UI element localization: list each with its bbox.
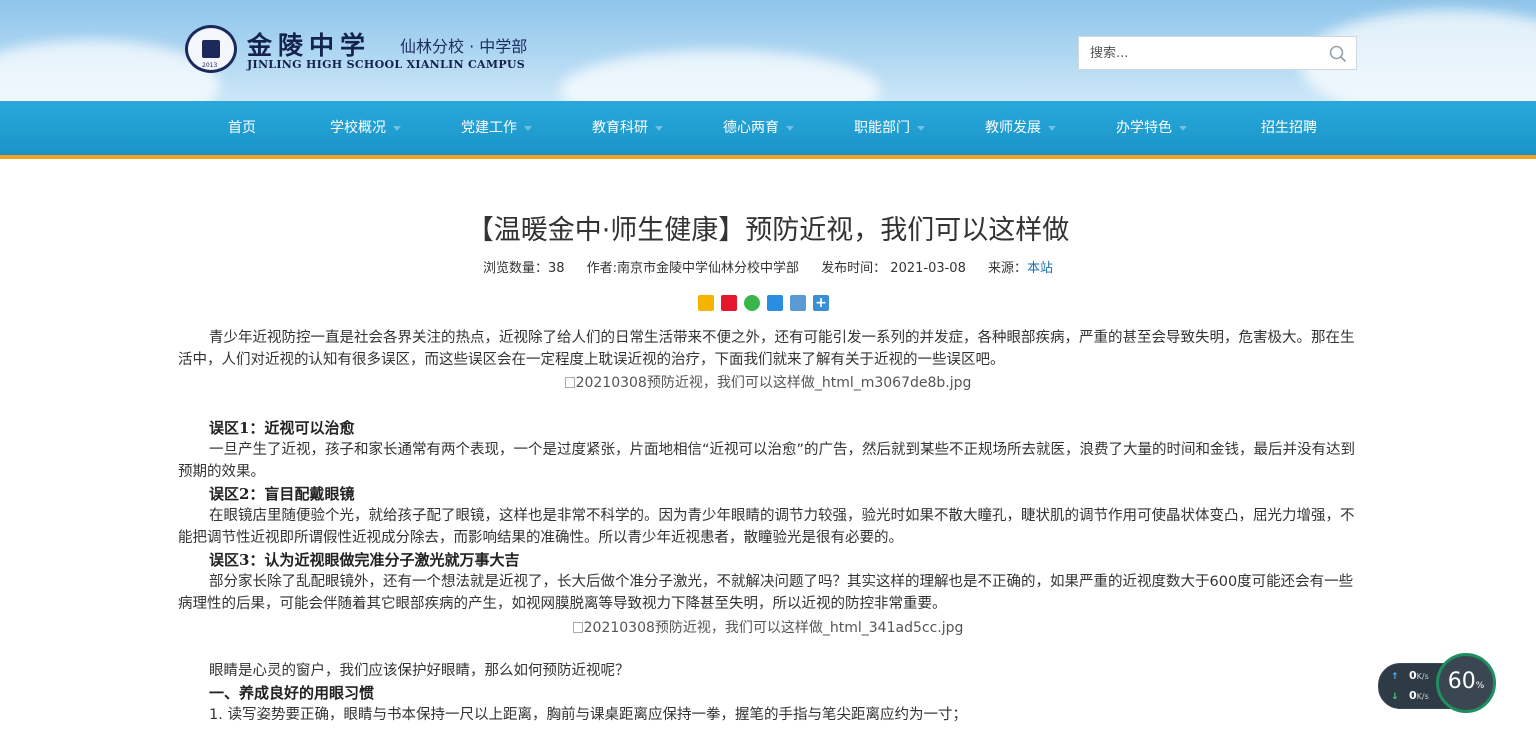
myth-1-paragraph: 一旦产生了近视，孩子和家长通常有两个表现，一个是过度紧张，片面地相信“近视可以治…	[178, 442, 1356, 480]
download-speed: ↓ 0K/s	[1391, 689, 1429, 702]
nav-item-party-work[interactable]: 党建工作	[461, 101, 532, 155]
article-meta: 浏览数量：38 作者:南京市金陵中学仙林分校中学部 发布时间： 2021-03-…	[0, 257, 1536, 276]
broken-image-icon	[572, 622, 583, 633]
site-logo[interactable]: 2013 金陵中学 仙林分校 · 中学部 JINLING HIGH SCHOOL…	[185, 25, 555, 75]
myth-3-heading: 误区3：认为近视眼做完准分子激光就万事大吉	[209, 551, 520, 569]
nav-item-school-overview[interactable]: 学校概况	[330, 101, 401, 155]
qzone-share-icon[interactable]	[698, 295, 714, 311]
main-nav: 首页 学校概况 党建工作 教育科研 德心两育 职能部门 教师发展 办学特色 招生…	[0, 101, 1536, 159]
myth-1-heading: 误区1：近视可以治愈	[209, 419, 355, 437]
nav-item-admissions-recruitment[interactable]: 招生招聘	[1261, 101, 1317, 155]
chevron-down-icon	[655, 125, 663, 131]
nav-item-departments[interactable]: 职能部门	[854, 101, 925, 155]
intro-paragraph: 青少年近视防控一直是社会各界关注的热点，近视除了给人们的日常生活带来不便之外，还…	[178, 330, 1355, 368]
logo-campus-name: 仙林分校 · 中学部	[400, 37, 528, 56]
search-input[interactable]	[1079, 37, 1320, 69]
section-1-item-1: 1. 读写姿势要正确，眼睛与书本保持一尺以上距离，胸前与课桌距离应保持一拳，握笔…	[209, 707, 967, 723]
chevron-down-icon	[393, 125, 401, 131]
view-count: 浏览数量：38	[482, 261, 565, 276]
nav-item-education-research[interactable]: 教育科研	[592, 101, 663, 155]
email-share-icon[interactable]	[767, 295, 783, 311]
upload-speed: ↑ 0K/s	[1391, 669, 1429, 682]
article-title: 【温暖金中·师生健康】预防近视，我们可以这样做	[466, 215, 1070, 246]
broken-image-icon	[564, 377, 575, 388]
arrow-down-icon: ↓	[1391, 692, 1399, 702]
wechat-share-icon[interactable]	[744, 295, 760, 311]
publish-date: 发布时间： 2021-03-08	[821, 261, 966, 276]
article-image-1: 20210308预防近视，我们可以这样做_html_m3067de8b.jpg	[178, 373, 1358, 393]
source-link[interactable]: 本站	[1027, 261, 1053, 276]
search-icon[interactable]	[1329, 45, 1347, 63]
nav-item-home[interactable]: 首页	[228, 101, 256, 155]
myth-2-paragraph: 在眼镜店里随便验个光，就给孩子配了眼镜，这样也是非常不科学的。因为青少年眼睛的调…	[178, 508, 1355, 546]
chevron-down-icon	[1048, 125, 1056, 131]
source: 来源：本站	[988, 261, 1054, 276]
chevron-down-icon	[786, 125, 794, 131]
logo-english-name: JINLING HIGH SCHOOL XIANLIN CAMPUS	[247, 58, 526, 71]
author: 作者:南京市金陵中学仙林分校中学部	[586, 261, 800, 276]
arrow-up-icon: ↑	[1391, 672, 1399, 682]
school-seal-icon: 2013	[185, 25, 237, 73]
myth-2-heading: 误区2：盲目配戴眼镜	[209, 485, 355, 503]
memory-gauge: 60%	[1436, 653, 1496, 713]
article-image-2: 20210308预防近视，我们可以这样做_html_341ad5cc.jpg	[178, 618, 1358, 638]
chevron-down-icon	[917, 125, 925, 131]
search-box	[1078, 36, 1357, 70]
logo-chinese-name: 金陵中学	[247, 31, 372, 60]
nav-item-moral-education[interactable]: 德心两育	[723, 101, 794, 155]
weibo-share-icon[interactable]	[721, 295, 737, 311]
nav-item-teacher-development[interactable]: 教师发展	[985, 101, 1056, 155]
cloud-decoration	[560, 50, 880, 101]
chevron-down-icon	[1179, 125, 1187, 131]
nav-item-school-features[interactable]: 办学特色	[1116, 101, 1187, 155]
print-share-icon[interactable]	[790, 295, 806, 311]
chevron-down-icon	[524, 125, 532, 131]
more-share-icon[interactable]: +	[813, 295, 829, 311]
site-header: 2013 金陵中学 仙林分校 · 中学部 JINLING HIGH SCHOOL…	[0, 0, 1536, 101]
myth-3-paragraph: 部分家长除了乱配眼镜外，还有一个想法就是近视了，长大后做个准分子激光，不就解决问…	[178, 574, 1354, 612]
section-1-heading: 一、养成良好的用眼习惯	[209, 684, 375, 702]
network-speed-widget[interactable]: ↑ 0K/s ↓ 0K/s 60%	[1378, 653, 1496, 713]
question-text: 眼睛是心灵的窗户，我们应该保护好眼睛，那么如何预防近视呢？	[209, 663, 630, 679]
